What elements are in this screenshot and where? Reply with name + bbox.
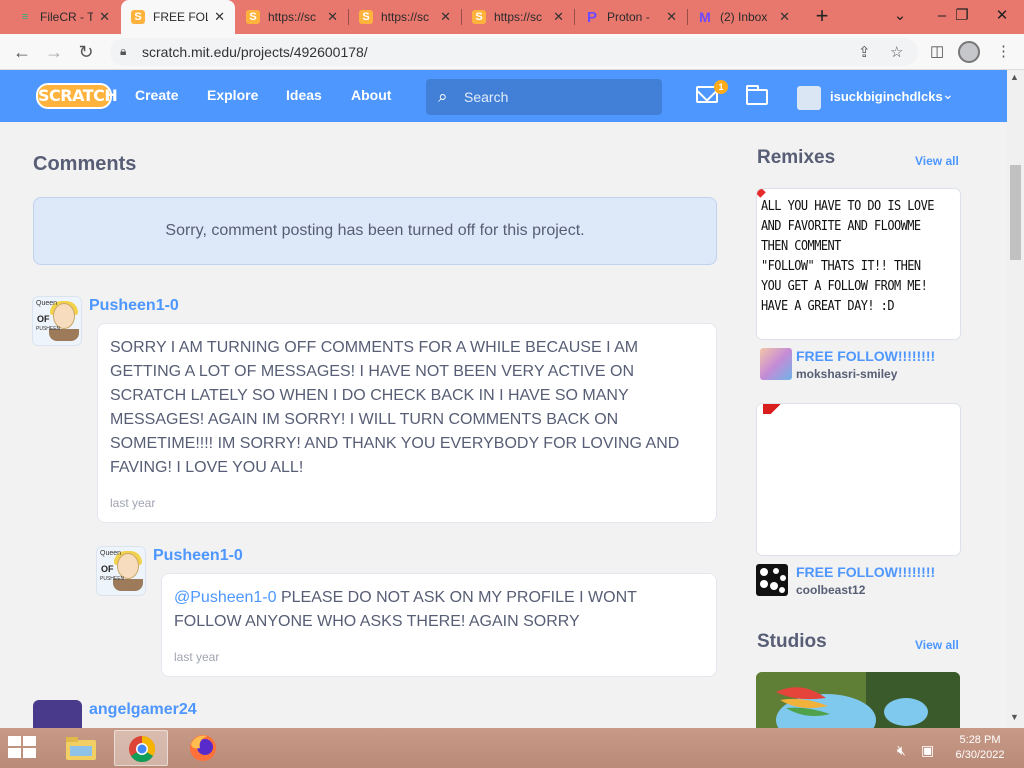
network-icon[interactable]: ▣: [921, 742, 934, 759]
studio-thumbnail-art: [756, 672, 960, 728]
clock[interactable]: 5:28 PM 6/30/2022: [940, 733, 1020, 763]
commenter-avatar[interactable]: [33, 700, 82, 728]
lock-icon: 🔒︎: [120, 44, 127, 58]
close-icon[interactable]: ✕: [214, 9, 225, 25]
tab-scratch-4[interactable]: S https://sc ✕: [462, 0, 574, 34]
reply-text: @Pusheen1-0 PLEASE DO NOT ASK ON MY PROF…: [174, 589, 637, 630]
close-icon[interactable]: ✕: [666, 9, 677, 25]
reload-button[interactable]: ↻: [74, 40, 98, 64]
comment-username[interactable]: angelgamer24: [89, 701, 197, 719]
new-tab-button[interactable]: +: [810, 4, 834, 30]
remix-author-avatar[interactable]: [756, 564, 788, 596]
close-icon[interactable]: ✕: [99, 9, 110, 25]
reply-mention-link[interactable]: @Pusheen1-0: [174, 589, 277, 606]
remix-thumbnail[interactable]: [756, 403, 961, 556]
remix-thumbnail-text: ALL YOU HAVE TO DO IS LOVE AND FAVORITE …: [761, 199, 934, 314]
restore-button[interactable]: ❐: [942, 0, 982, 34]
search-icon: ⌕: [438, 87, 448, 106]
scratch-s-icon: S: [131, 10, 145, 24]
reply-avatar[interactable]: Queen OF PUSHEEN: [96, 546, 146, 596]
remixes-view-all-link[interactable]: View all: [915, 154, 959, 168]
tab-proton[interactable]: P Proton - ✕: [575, 0, 687, 34]
nav-create[interactable]: Create: [135, 87, 179, 103]
chevron-down-icon[interactable]: ⌄: [942, 86, 954, 103]
address-bar[interactable]: 🔒︎ scratch.mit.edu/projects/492600178/ ⇪…: [110, 38, 918, 66]
tab-filecr[interactable]: ≡ FileCR - T ✕: [8, 0, 120, 34]
comments-disabled-notice: Sorry, comment posting has been turned o…: [33, 197, 717, 265]
remix-author-link[interactable]: mokshasri-smiley: [796, 367, 897, 381]
nav-explore[interactable]: Explore: [207, 87, 258, 103]
browser-toolbar: ← → ↻ 🔒︎ scratch.mit.edu/projects/492600…: [0, 34, 1024, 70]
remix-author-avatar[interactable]: [760, 348, 792, 380]
tab-inbox[interactable]: M (2) Inbox ✕: [688, 0, 800, 34]
remixes-heading: Remixes: [757, 147, 836, 168]
studio-thumbnail[interactable]: [756, 672, 960, 728]
tab-scratch-3[interactable]: S https://sc ✕: [349, 0, 461, 34]
scratch-s-icon: S: [472, 10, 486, 24]
back-button[interactable]: ←: [10, 40, 34, 64]
close-icon[interactable]: ✕: [327, 9, 338, 25]
menu-icon[interactable]: ⋮: [996, 42, 1011, 60]
close-icon[interactable]: ✕: [779, 9, 790, 25]
nav-about[interactable]: About: [351, 87, 391, 103]
tab-free-follow[interactable]: S FREE FOL ✕: [121, 0, 235, 34]
bookmark-star-icon[interactable]: ☆: [890, 43, 903, 61]
scratch-s-icon: S: [359, 10, 373, 24]
tab-search-button[interactable]: ⌄: [880, 0, 920, 34]
user-avatar[interactable]: [797, 86, 821, 110]
filecr-icon: ≡: [21, 11, 29, 23]
clock-time: 5:28 PM: [959, 734, 1001, 746]
clock-date: 6/30/2022: [955, 749, 1005, 761]
account-username[interactable]: isuckbiginchdlcks: [830, 89, 943, 104]
firefox-icon[interactable]: [176, 730, 230, 766]
my-stuff-folder-icon[interactable]: [746, 85, 768, 105]
reply-time: last year: [174, 650, 220, 664]
file-explorer-icon[interactable]: [54, 730, 108, 766]
share-icon[interactable]: ⇪: [858, 43, 871, 61]
comments-heading: Comments: [33, 153, 137, 175]
tab-strip: ≡ FileCR - T ✕ S FREE FOL ✕ S https://sc…: [0, 0, 1024, 34]
comment-text: SORRY I AM TURNING OFF COMMENTS FOR A WH…: [110, 339, 680, 476]
comment-bubble: SORRY I AM TURNING OFF COMMENTS FOR A WH…: [97, 323, 717, 523]
close-window-button[interactable]: ✕: [982, 0, 1022, 34]
scroll-down-arrow-icon[interactable]: ▼: [1010, 712, 1019, 722]
remix-thumbnail[interactable]: ◆ ALL YOU HAVE TO DO IS LOVE AND FAVORIT…: [756, 188, 961, 340]
url-text[interactable]: scratch.mit.edu/projects/492600178/: [142, 44, 368, 60]
scratch-s-icon: S: [246, 10, 260, 24]
tab-scratch-2[interactable]: S https://sc ✕: [236, 0, 348, 34]
reply-bubble: @Pusheen1-0 PLEASE DO NOT ASK ON MY PROF…: [161, 573, 717, 677]
windows-start-icon[interactable]: [8, 736, 38, 760]
chrome-icon[interactable]: [114, 730, 168, 766]
studios-view-all-link[interactable]: View all: [915, 638, 959, 652]
windows-taskbar: [0, 728, 1024, 768]
forward-button[interactable]: →: [42, 40, 66, 64]
message-count-badge: 1: [714, 80, 728, 94]
proton-icon: P: [586, 8, 597, 26]
scroll-up-arrow-icon[interactable]: ▲: [1010, 72, 1019, 82]
nav-ideas[interactable]: Ideas: [286, 87, 322, 103]
scratch-logo[interactable]: SCRATCH: [36, 83, 118, 109]
remix-title-link[interactable]: FREE FOLLOW!!!!!!!!: [796, 564, 962, 580]
volume-muted-icon[interactable]: 🔇︎: [897, 742, 906, 759]
comment-time: last year: [110, 496, 156, 510]
reply-username[interactable]: Pusheen1-0: [153, 547, 243, 565]
protonmail-icon: M: [699, 9, 711, 25]
studios-heading: Studios: [757, 631, 827, 652]
search-input[interactable]: [464, 79, 654, 115]
dots-avatar-icon: [760, 568, 786, 593]
side-panel-icon[interactable]: ◫: [930, 42, 944, 60]
close-icon[interactable]: ✕: [440, 9, 451, 25]
commenter-avatar[interactable]: Queen OF PUSHEEN: [32, 296, 82, 346]
remix-title-link[interactable]: FREE FOLLOW!!!!!!!!: [796, 348, 962, 364]
scrollbar-thumb[interactable]: [1010, 165, 1021, 260]
comment-username[interactable]: Pusheen1-0: [89, 297, 179, 315]
profile-avatar-icon[interactable]: [958, 41, 980, 63]
heart-icon: [763, 404, 793, 414]
close-icon[interactable]: ✕: [553, 9, 564, 25]
search-box[interactable]: ⌕: [426, 79, 662, 115]
remix-author-link[interactable]: coolbeast12: [796, 583, 865, 597]
